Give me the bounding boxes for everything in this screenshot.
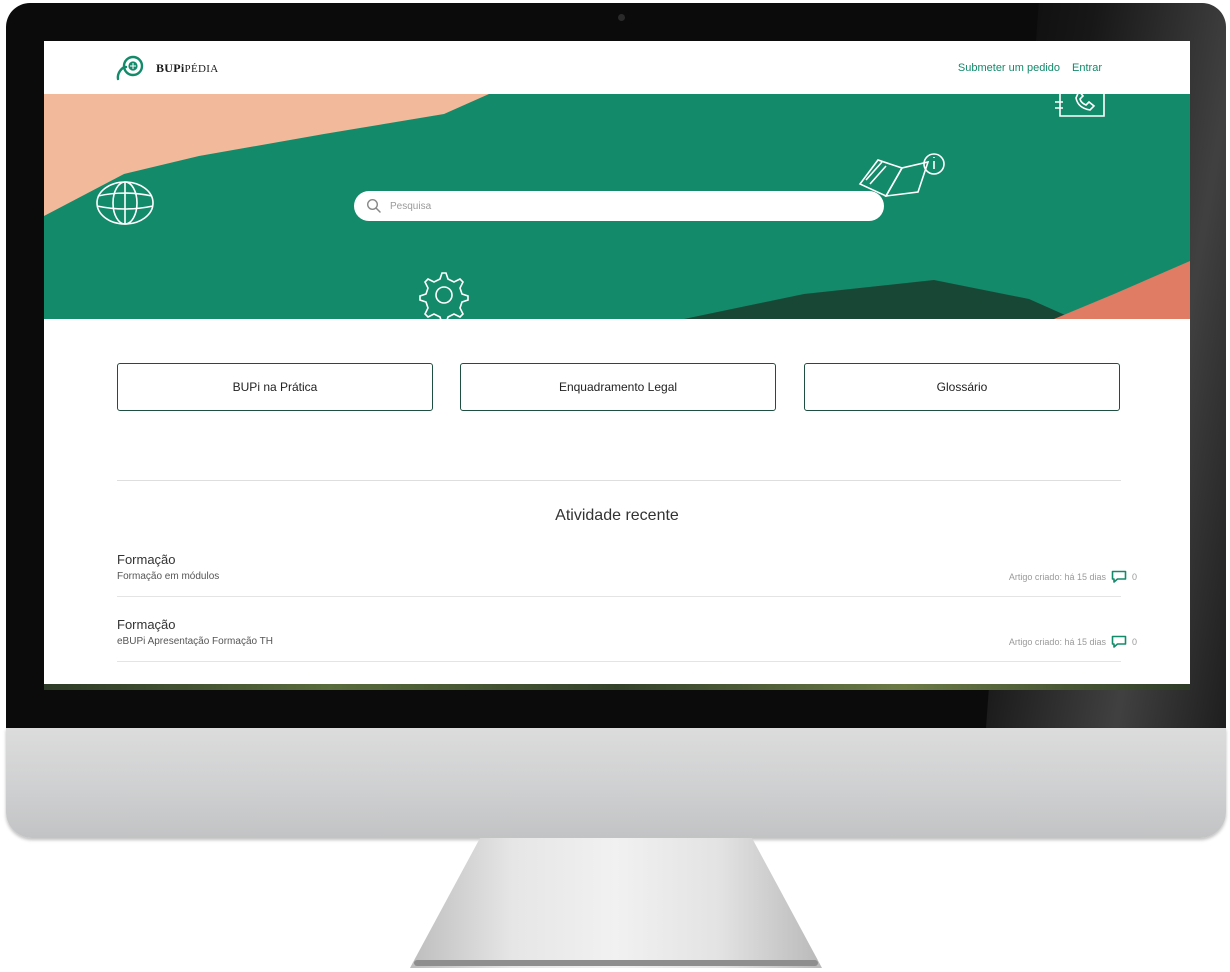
- row-divider: [117, 596, 1121, 597]
- list-item[interactable]: Formação eBUPi Apresentação Formação TH …: [117, 617, 1137, 679]
- comment-icon[interactable]: [1111, 570, 1127, 583]
- activity-subtitle[interactable]: Formação em módulos: [117, 571, 219, 582]
- monitor-stand: [410, 838, 822, 968]
- section-divider: [117, 480, 1121, 481]
- search-input[interactable]: [388, 199, 872, 213]
- comment-count: 0: [1131, 571, 1137, 582]
- globe-icon: [96, 181, 154, 225]
- logo-text: BUPiPÉDIA: [156, 60, 219, 75]
- search-icon: [366, 198, 381, 213]
- gear-icon: [419, 272, 469, 319]
- activity-title[interactable]: Formação: [117, 617, 176, 632]
- recent-activity-title: Atividade recente: [555, 507, 679, 524]
- logo-icon: [116, 55, 144, 81]
- comment-count: 0: [1131, 636, 1137, 647]
- site-header: BUPiPÉDIA Submeter um pedido Entrar: [44, 41, 1190, 94]
- row-divider: [117, 661, 1121, 662]
- category-glossario-button[interactable]: Glossário: [804, 363, 1120, 411]
- activity-created: Artigo criado: há 15 dias: [1008, 571, 1106, 582]
- activity-meta: Artigo criado: há 15 dias 0: [1009, 635, 1137, 648]
- monitor-stand-foot: [414, 960, 818, 966]
- screen-bottom-edge: [44, 684, 1190, 690]
- activity-title[interactable]: Formação: [117, 552, 176, 567]
- top-nav: Submeter um pedido Entrar: [958, 62, 1102, 74]
- activity-created: Artigo criado: há 15 dias: [1008, 636, 1106, 647]
- activity-meta: Artigo criado: há 15 dias 0: [1009, 570, 1137, 583]
- list-item[interactable]: Formação Formação em módulos Artigo cria…: [117, 552, 1137, 614]
- category-enquadramento-legal-button[interactable]: Enquadramento Legal: [460, 363, 776, 411]
- activity-subtitle[interactable]: eBUPi Apresentação Formação TH: [117, 636, 273, 647]
- camera-icon: [618, 14, 625, 21]
- screen: BUPiPÉDIA Submeter um pedido Entrar Pesq…: [44, 41, 1190, 686]
- category-bupi-na-pratica-button[interactable]: BUPi na Prática: [117, 363, 433, 411]
- site-logo[interactable]: BUPiPÉDIA: [114, 53, 218, 83]
- comment-icon[interactable]: [1111, 635, 1127, 648]
- hero-banner: [44, 94, 1190, 319]
- search-bar[interactable]: [354, 191, 884, 221]
- monitor-chin: [6, 728, 1226, 838]
- nav-submit-request[interactable]: Submeter um pedido: [958, 62, 1060, 74]
- nav-login[interactable]: Entrar: [1072, 62, 1102, 74]
- phone-book-icon: [1055, 94, 1105, 117]
